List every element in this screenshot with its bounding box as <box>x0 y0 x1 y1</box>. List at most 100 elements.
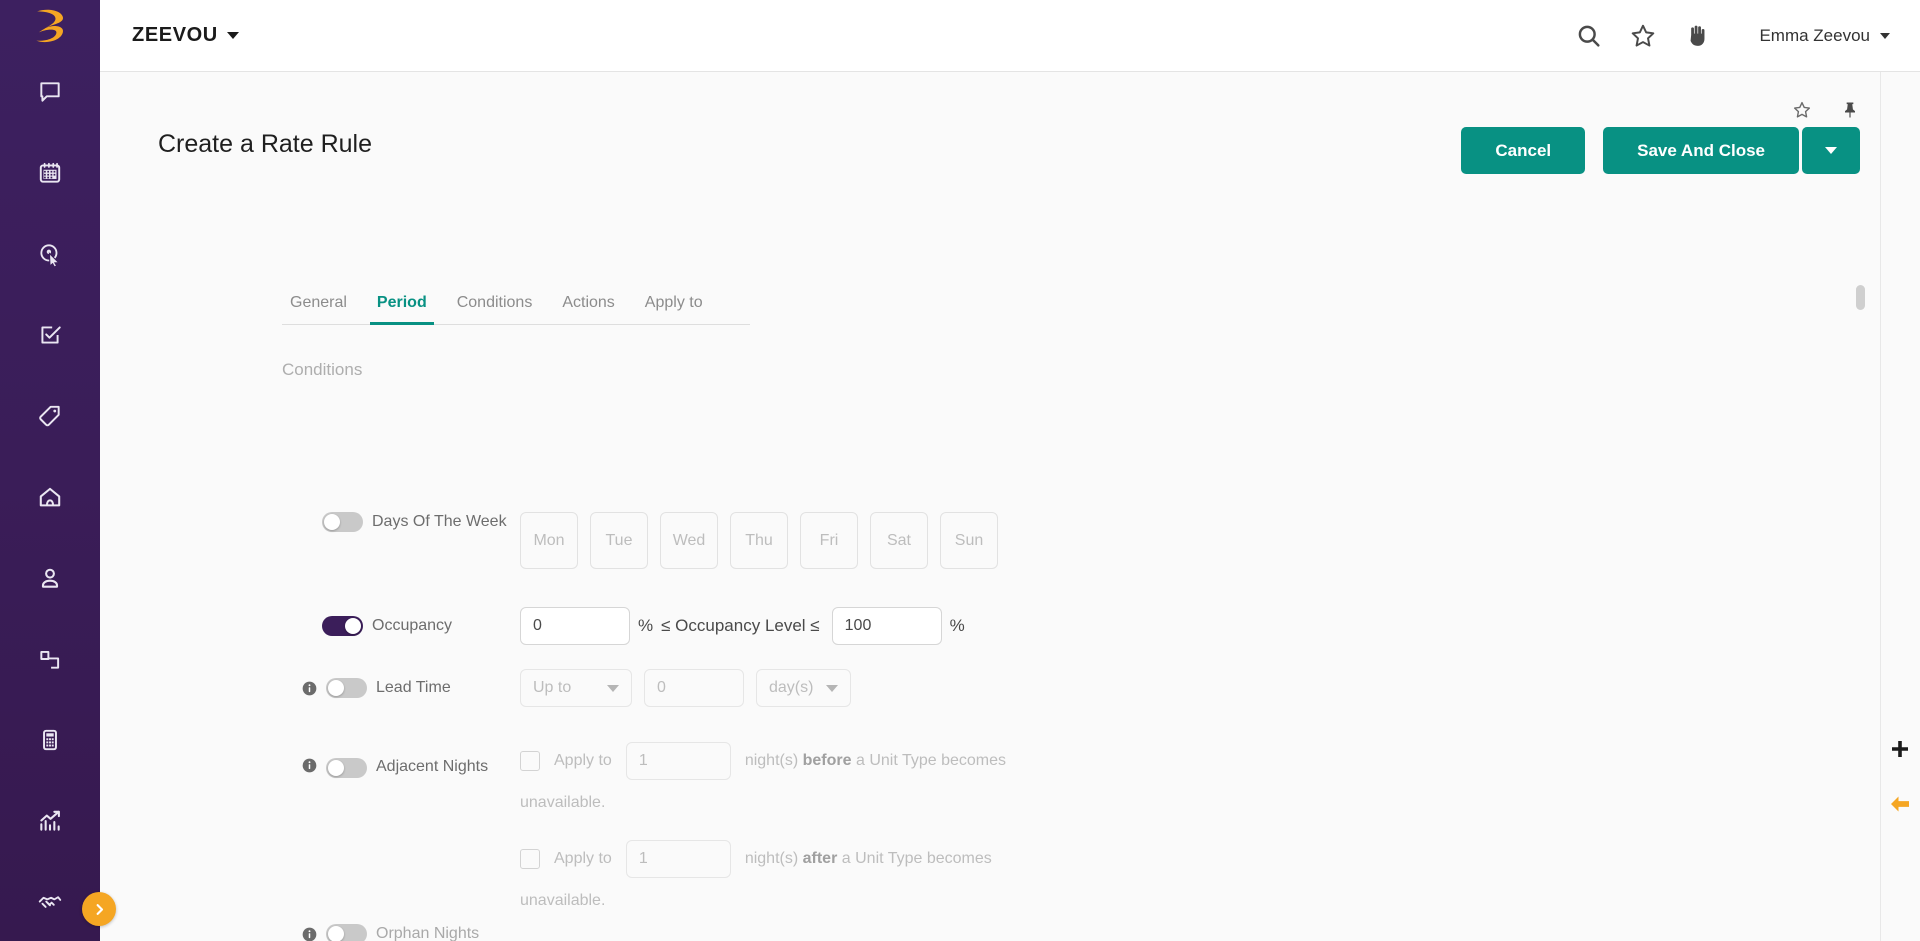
zeevou-logo[interactable] <box>0 0 100 51</box>
cursor-click-icon <box>40 243 60 267</box>
orphan-nights-toggle[interactable] <box>326 924 367 941</box>
tab-period[interactable]: Period <box>362 294 442 325</box>
chevron-down-icon <box>1825 147 1837 154</box>
page-pin-button[interactable] <box>1840 100 1860 120</box>
adjacent-nights-after-tail2: unavailable. <box>520 892 606 909</box>
row-days-of-the-week: Days Of The Week Mon Tue Wed Thu Fri Sat… <box>100 512 1920 569</box>
save-options-dropdown-button[interactable] <box>1802 127 1860 174</box>
adjacent-nights-before-tail2: unavailable. <box>520 794 606 811</box>
days-of-week-label: Days Of The Week <box>372 513 507 530</box>
home-icon <box>39 487 61 506</box>
chevron-down-icon <box>1880 32 1890 39</box>
tab-apply-to[interactable]: Apply to <box>630 294 718 324</box>
lead-time-comparator-select[interactable]: Up to <box>520 669 632 707</box>
save-and-close-button[interactable]: Save And Close <box>1603 127 1799 174</box>
page-action-buttons: Cancel Save And Close <box>1461 127 1860 174</box>
calculator-icon <box>43 729 57 750</box>
sidebar-item-reports[interactable] <box>0 780 100 861</box>
top-bar-actions: Emma Zeevou <box>1575 22 1920 50</box>
favourites-button[interactable] <box>1629 22 1657 50</box>
user-name: Emma Zeevou <box>1759 25 1870 45</box>
sidebar-item-rates[interactable] <box>0 375 100 456</box>
sidebar-expand-button[interactable] <box>82 892 116 926</box>
adjacent-nights-toggle[interactable] <box>326 758 367 778</box>
left-sidebar <box>0 0 100 941</box>
tag-icon <box>39 405 60 426</box>
day-chip-fri[interactable]: Fri <box>800 512 858 569</box>
sidebar-item-calendar[interactable] <box>0 132 100 213</box>
info-icon[interactable] <box>302 758 317 773</box>
page-favourite-button[interactable] <box>1792 100 1812 120</box>
adjacent-nights-after-apply-label: Apply to <box>554 850 612 867</box>
content-scrollbar-thumb[interactable] <box>1856 285 1865 310</box>
occupancy-toggle[interactable] <box>322 616 363 636</box>
page-header: Create a Rate Rule Cancel Save And Close <box>158 127 1860 174</box>
sidebar-item-inbox[interactable] <box>0 51 100 132</box>
adjacent-nights-label: Adjacent Nights <box>376 758 489 775</box>
info-icon[interactable] <box>302 927 317 941</box>
top-bar: ZEEVOU Emma Zeevou <box>100 0 1920 72</box>
user-menu[interactable]: Emma Zeevou <box>1759 26 1890 46</box>
chat-bubble-icon <box>40 81 60 102</box>
sidebar-item-tasks[interactable] <box>0 294 100 375</box>
checklist-icon <box>41 325 61 344</box>
page-title: Create a Rate Rule <box>158 130 373 158</box>
adjacent-nights-before-tail: a Unit Type becomes <box>855 752 1006 769</box>
adjacent-nights-before-emphasis: before <box>802 752 852 769</box>
day-chip-mon[interactable]: Mon <box>520 512 578 569</box>
cancel-button[interactable]: Cancel <box>1461 127 1586 174</box>
day-chip-sun[interactable]: Sun <box>940 512 998 569</box>
lead-time-unit-select[interactable]: day(s) <box>756 669 851 707</box>
sidebar-items <box>0 51 100 941</box>
link-copy-icon <box>40 650 60 669</box>
adjacent-nights-after-nights-label: night(s) <box>744 850 799 867</box>
tab-bar: General Period Conditions Actions Apply … <box>282 294 750 325</box>
day-chip-group: Mon Tue Wed Thu Fri Sat Sun <box>520 512 998 569</box>
row-occupancy: Occupancy 0 % ≤ Occupancy Level ≤ 100 % <box>100 607 1920 645</box>
adjacent-nights-before-nights-label: night(s) <box>744 752 799 769</box>
lead-time-label: Lead Time <box>376 679 451 696</box>
tab-actions[interactable]: Actions <box>547 294 629 324</box>
handshake-icon <box>38 896 62 908</box>
sidebar-item-finance[interactable] <box>0 699 100 780</box>
lead-time-value-input[interactable]: 0 <box>644 669 744 707</box>
adjacent-nights-after-tail: a Unit Type becomes <box>841 850 992 867</box>
day-chip-wed[interactable]: Wed <box>660 512 718 569</box>
help-hand-button[interactable] <box>1683 22 1711 50</box>
star-icon <box>1632 24 1655 47</box>
adjacent-nights-after-input[interactable]: 1 <box>625 840 731 878</box>
occupancy-range-text: ≤ Occupancy Level ≤ <box>661 616 820 635</box>
occupancy-max-percent-symbol: % <box>949 616 965 635</box>
sidebar-item-channels[interactable] <box>0 618 100 699</box>
day-chip-tue[interactable]: Tue <box>590 512 648 569</box>
info-icon[interactable] <box>302 681 317 696</box>
sidebar-item-guests[interactable] <box>0 537 100 618</box>
lead-time-toggle[interactable] <box>326 678 367 698</box>
occupancy-min-input[interactable]: 0 <box>520 607 630 645</box>
adjacent-nights-before-input[interactable]: 1 <box>625 742 731 780</box>
app-root: ZEEVOU Emma Zeevou Create a Rate Rule Ca… <box>0 0 1920 941</box>
orphan-nights-label: Orphan Nights <box>376 925 480 941</box>
adjacent-nights-before-apply-label: Apply to <box>554 752 612 769</box>
add-floating-button[interactable] <box>1888 737 1912 761</box>
user-icon <box>41 568 59 588</box>
adjacent-nights-before-line: Apply to 1 night(s) before a Unit Type b… <box>520 742 1091 818</box>
search-button[interactable] <box>1575 22 1603 50</box>
zeevou-logo-icon <box>36 9 64 42</box>
chevron-down-icon <box>226 32 239 39</box>
tab-general[interactable]: General <box>282 294 362 324</box>
adjacent-nights-after-checkbox[interactable] <box>520 849 540 869</box>
days-of-week-toggle[interactable] <box>322 512 363 532</box>
brand-menu[interactable]: ZEEVOU <box>132 24 239 47</box>
tab-conditions[interactable]: Conditions <box>442 294 548 324</box>
occupancy-label: Occupancy <box>372 617 453 634</box>
sidebar-item-bookings[interactable] <box>0 213 100 294</box>
occupancy-max-input[interactable]: 100 <box>831 607 942 645</box>
day-chip-sat[interactable]: Sat <box>870 512 928 569</box>
day-chip-thu[interactable]: Thu <box>730 512 788 569</box>
sidebar-item-properties[interactable] <box>0 456 100 537</box>
occupancy-min-percent-symbol: % <box>638 616 654 635</box>
back-floating-button[interactable] <box>1888 792 1912 816</box>
arrow-left-icon <box>1891 796 1909 812</box>
adjacent-nights-before-checkbox[interactable] <box>520 751 540 771</box>
